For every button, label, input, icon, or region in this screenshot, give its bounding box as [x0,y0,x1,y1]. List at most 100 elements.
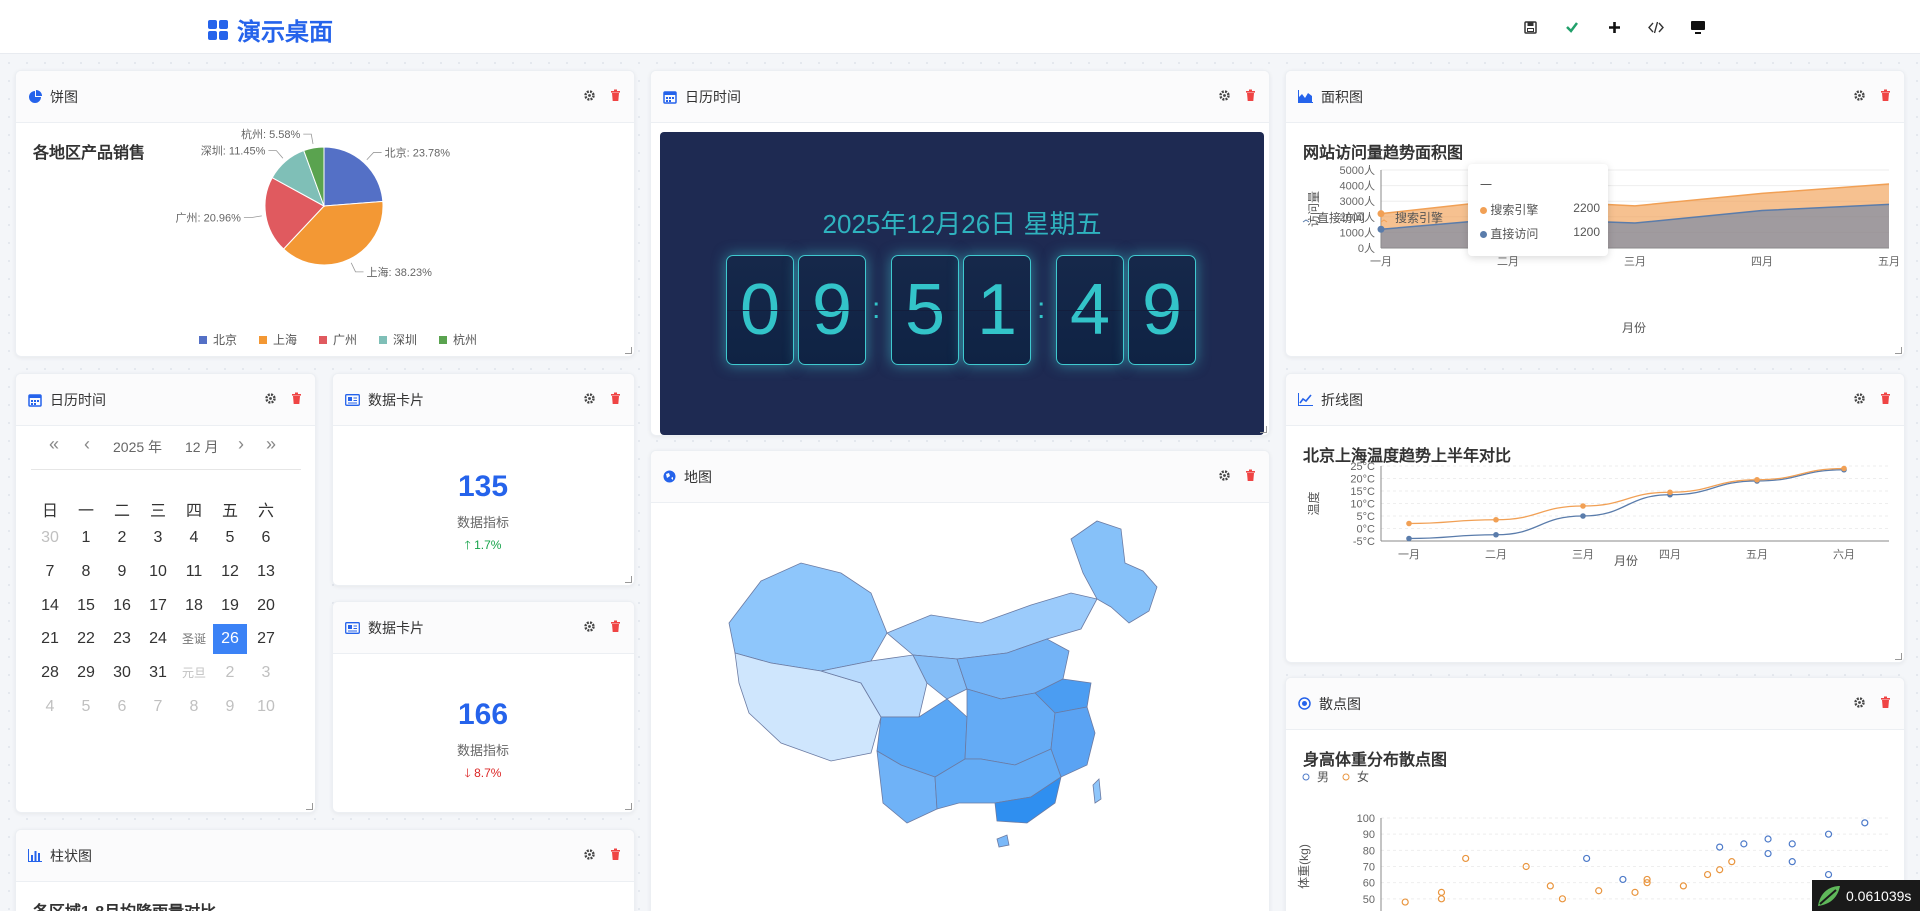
preview-button[interactable] [1688,17,1708,37]
calendar-day[interactable]: 13 [249,557,283,587]
resize-handle[interactable] [1260,426,1267,433]
resize-handle[interactable] [625,576,632,583]
save-button[interactable] [1520,17,1540,37]
data-point[interactable] [1861,819,1869,827]
data-point[interactable] [1580,503,1586,509]
calendar-day[interactable]: 11 [177,557,211,587]
legend-swatch[interactable] [319,336,327,344]
data-point[interactable] [1580,513,1586,519]
calendar-day[interactable]: 圣诞 [177,624,211,654]
data-point[interactable] [1824,870,1833,879]
prev-month-button[interactable]: ‹ [84,434,90,455]
settings-button[interactable] [1853,89,1866,102]
data-point[interactable] [1583,854,1591,863]
resize-handle[interactable] [306,803,313,810]
calendar-day[interactable]: 2 [105,523,139,553]
calendar-day[interactable]: 4 [177,523,211,553]
calendar-day[interactable]: 4 [33,692,67,722]
delete-button[interactable] [609,392,622,405]
calendar-day[interactable]: 15 [69,591,103,621]
card-header[interactable]: 数据卡片 [333,374,634,426]
data-point[interactable] [1740,840,1748,848]
data-point[interactable] [1841,465,1847,472]
resize-handle[interactable] [1895,347,1902,354]
legend-label[interactable]: 广州 [333,333,357,347]
settings-button[interactable] [264,392,277,405]
next-year-button[interactable]: » [266,434,276,455]
calendar-day[interactable]: 7 [33,557,67,587]
data-point[interactable] [1493,531,1499,538]
delete-button[interactable] [1879,696,1892,709]
card-header[interactable]: 面积图 [1286,71,1904,123]
calendar-day[interactable]: 9 [213,692,247,722]
delete-button[interactable] [609,89,622,102]
legend-label[interactable]: 北京 [213,333,237,347]
map-region-xinjiang[interactable] [728,562,888,672]
next-month-button[interactable]: › [238,434,244,455]
legend-swatch[interactable] [199,336,207,344]
data-point[interactable] [1462,854,1470,863]
calendar-day[interactable]: 1 [69,523,103,553]
data-point[interactable] [1667,489,1673,496]
calendar-day[interactable]: 5 [69,692,103,722]
calendar-day[interactable]: 8 [69,557,103,587]
calendar-day[interactable]: 12 [213,557,247,587]
data-point[interactable] [1764,835,1772,843]
calendar-day[interactable]: 31 [141,658,175,688]
add-button[interactable] [1604,17,1624,37]
settings-button[interactable] [583,392,596,405]
calendar-day[interactable]: 16 [105,591,139,621]
legend-swatch[interactable] [439,336,447,344]
calendar-day[interactable]: 21 [33,624,67,654]
card-header[interactable]: 折线图 [1286,374,1904,426]
delete-button[interactable] [609,620,622,633]
calendar-year[interactable]: 2025 年 [113,437,162,457]
legend-label[interactable]: 男 [1317,770,1329,784]
data-point[interactable] [1764,849,1772,858]
calendar-day[interactable]: 17 [141,591,175,621]
calendar-day[interactable]: 6 [249,523,283,553]
resize-handle[interactable] [625,803,632,810]
settings-button[interactable] [1853,392,1866,405]
calendar-day[interactable]: 19 [213,591,247,621]
calendar-day[interactable]: 7 [141,692,175,722]
data-point[interactable] [1377,225,1385,233]
data-point[interactable] [1703,870,1712,879]
calendar-day[interactable]: 30 [33,523,67,553]
calendar-month[interactable]: 12 月 [185,437,218,457]
legend-swatch[interactable] [1342,773,1350,781]
legend-label[interactable]: 杭州 [453,332,477,347]
calendar-day[interactable]: 10 [141,557,175,587]
card-header[interactable]: 柱状图 [16,830,634,882]
prev-year-button[interactable]: « [49,434,59,455]
resize-handle[interactable] [625,347,632,354]
calendar-day[interactable]: 8 [177,692,211,722]
legend-label[interactable]: 搜索引擎 [1395,210,1443,225]
calendar-day[interactable]: 3 [249,658,283,688]
calendar-day[interactable]: 20 [249,591,283,621]
map-region-hainan[interactable] [996,834,1010,848]
confirm-button[interactable] [1562,17,1582,37]
map-region-taiwan[interactable] [1092,778,1102,804]
data-point[interactable] [1679,882,1687,890]
delete-button[interactable] [1244,89,1257,102]
legend-label[interactable]: 直接访问 [1317,210,1365,225]
calendar-day[interactable]: 30 [105,658,139,688]
delete-button[interactable] [1879,392,1892,405]
legend-label[interactable]: 深圳 [393,333,417,347]
data-point[interactable] [1437,888,1446,896]
card-header[interactable]: 散点图 [1286,678,1904,730]
data-point[interactable] [1728,858,1736,866]
calendar-day[interactable]: 9 [105,557,139,587]
data-point[interactable] [1631,888,1639,896]
legend-swatch[interactable] [379,336,387,344]
settings-button[interactable] [1853,696,1866,709]
china-map[interactable] [651,503,1270,911]
data-point[interactable] [1377,210,1385,218]
data-point[interactable] [1754,476,1760,483]
calendar-day[interactable]: 23 [105,624,139,654]
delete-button[interactable] [290,392,303,405]
calendar-day[interactable]: 6 [105,692,139,722]
card-header[interactable]: 数据卡片 [333,602,634,654]
data-point[interactable] [1788,840,1796,848]
